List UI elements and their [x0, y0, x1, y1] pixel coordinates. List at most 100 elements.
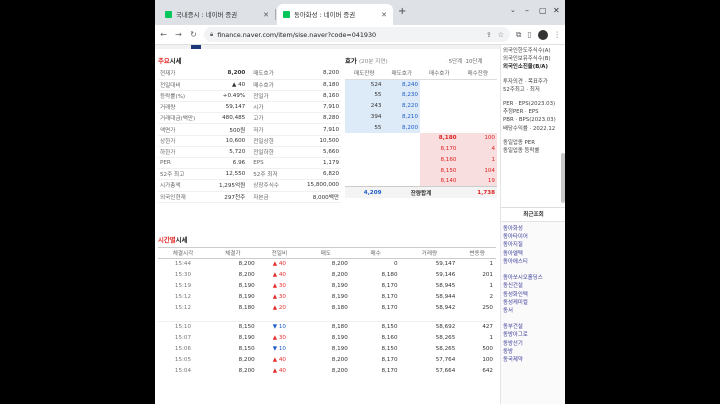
tick-ask: 8,190 [331, 283, 348, 289]
empty-cell [383, 165, 420, 176]
ticks-section-title: 시간별시세 [158, 235, 187, 244]
quote-label: PER [158, 157, 198, 170]
scrollbar-thumb[interactable] [561, 153, 565, 203]
recent-stock-link[interactable]: 동아쏘시오홀딩스 [501, 274, 565, 282]
close-window-icon[interactable]: ✕ [553, 6, 560, 15]
bid-price-header: 매수호가 [420, 68, 459, 80]
sidebar-info-line[interactable]: 동일업종 PER [501, 139, 565, 147]
bid-row: 8,170 4 [345, 143, 497, 155]
quote-label: 시가 [247, 101, 286, 114]
quote-row: 액면가 500원 저가 7,910 [158, 123, 341, 136]
tick-bid: 8,170 [381, 305, 398, 311]
tick-time: 15:04 [174, 368, 192, 374]
ask-price: 8,230 [383, 89, 420, 101]
quote-label: 전일가 [247, 90, 286, 103]
bookmark-star-icon[interactable]: ☆ [498, 31, 504, 39]
search-button-edge[interactable] [191, 45, 201, 49]
close-icon[interactable]: ✕ [263, 11, 269, 19]
orderbook-table: 매도잔량 매도호가 매수호가 매수잔량 524 8,240 55 8,230 243 8,… [345, 68, 497, 198]
profile-avatar[interactable] [537, 29, 548, 40]
bid-volume: 1 [458, 154, 497, 166]
tick-volume: 58,945 [435, 283, 456, 289]
address-bar[interactable]: 🔒︎ finance.naver.com/item/sise.naver?cod… [204, 27, 510, 42]
recent-stock-link[interactable]: 동성케미컬 [501, 299, 565, 307]
tick-delta: 427 [482, 324, 493, 331]
recent-stock-link[interactable]: 동성화인텍 [501, 291, 565, 299]
close-icon[interactable]: ✕ [381, 11, 387, 19]
quote-value: 8,200 [285, 68, 341, 80]
tab-domestic-market[interactable]: 국내증시 : 네이버 증권 ✕ [159, 4, 275, 25]
sidebar-info-line: 외국인한도주식수(A) [503, 48, 551, 54]
recent-stock-link[interactable]: 동방아그로 [501, 331, 565, 339]
recent-stock-link[interactable]: 동서 [501, 307, 565, 315]
quote-label: 상장주식수 [247, 179, 286, 192]
change-amount: 30 [278, 294, 286, 300]
recent-stock-link[interactable]: 동방선기 [501, 340, 565, 348]
back-icon[interactable]: ← [159, 30, 168, 39]
tick-price: 8,190 [238, 335, 255, 341]
reload-icon[interactable]: ↻ [189, 30, 198, 39]
quote-label: 현재가 [158, 68, 198, 80]
extension-icon[interactable]: ⧉ [516, 30, 521, 40]
ask-volume: 524 [345, 79, 384, 90]
main-column: 주요시세 현재가 8,200 매도호가 8,200 전일대비 ▲ 40 매수호가 8,180 등… [155, 45, 500, 404]
empty-cell [420, 90, 458, 101]
tick-ask: 8,200 [331, 272, 348, 278]
new-tab-icon[interactable]: + [398, 6, 406, 17]
tick-bid: 8,150 [381, 324, 398, 331]
recent-stock-link[interactable]: 동아타이어 [501, 233, 565, 241]
ask-volume: 55 [345, 122, 384, 133]
recent-stock-link[interactable]: 동부건설 [501, 323, 565, 331]
tick-delta: 100 [482, 357, 493, 363]
quote-label: 하한가 [158, 146, 198, 159]
recent-stock-link[interactable]: 동아화성 [501, 225, 565, 233]
tick-price: 8,150 [238, 324, 255, 331]
recent-stock-link[interactable]: 동방 [501, 348, 565, 356]
recent-stock-link[interactable]: 동국제약 [501, 356, 565, 364]
sidebar-info-line[interactable]: 동일업종 등락률 [501, 147, 565, 155]
maximize-icon[interactable]: ▢ [539, 6, 547, 15]
ask-price: 8,220 [383, 100, 420, 112]
tick-column-header: 변동량 [458, 247, 496, 259]
quote-label: 거래량 [158, 101, 198, 114]
sidebar-info-line: PBR · BPS(2023.03) [503, 117, 556, 124]
recent-stock-link[interactable]: 동아에스티 [501, 258, 565, 266]
bid-row: 8,150 104 [345, 165, 497, 177]
change-amount: 40 [278, 368, 286, 374]
change-amount: 10 [278, 324, 286, 331]
quote-value: 59,147 [197, 101, 248, 114]
arrow-up-icon: ▲ [272, 357, 278, 363]
quote-value: 6.96 [197, 157, 248, 170]
forward-icon[interactable]: → [174, 30, 183, 39]
recent-stock-link [501, 266, 565, 274]
tick-bid: 8,160 [381, 335, 398, 341]
quote-value: 8,200 [197, 68, 248, 80]
lock-icon[interactable]: 🔒︎ [210, 31, 213, 39]
quote-label: EPS [247, 157, 286, 170]
tab-donga-hwaseong[interactable]: 동아화성 : 네이버 증권 ✕ [277, 4, 393, 25]
quote-value: 500원 [197, 123, 248, 136]
bid-volume: 4 [458, 143, 497, 155]
recent-stock-link[interactable]: 동아엘텍 [501, 250, 565, 258]
minimize-icon[interactable]: – [525, 6, 529, 15]
share-icon[interactable]: ⇪ [486, 31, 492, 39]
tick-column-header: 체결가 [207, 247, 258, 259]
recent-stock-link[interactable]: 동아지질 [501, 241, 565, 249]
chevron-down-icon[interactable]: ⌄ [510, 6, 516, 14]
empty-cell [458, 101, 497, 112]
depth-10-link[interactable]: 10단계 [466, 59, 483, 65]
sidebar-icon[interactable]: ▯ [527, 30, 531, 39]
menu-dots-icon[interactable]: ⋮ [554, 30, 562, 39]
arrow-up-icon: ▲ [272, 283, 278, 289]
tick-volume: 58,265 [435, 335, 456, 341]
recent-stock-link[interactable]: 동신건설 [501, 282, 565, 290]
tick-row: 15:04 8,200 ▲ 40 8,200 8,170 57,664 642 [158, 366, 496, 377]
quote-row: 현재가 8,200 매도호가 8,200 [158, 68, 341, 80]
arrow-down-icon: ▼ [272, 346, 278, 352]
change-amount: 30 [278, 335, 286, 341]
depth-5-link[interactable]: 5단계 [449, 59, 462, 65]
quote-value: 7,910 [285, 123, 341, 136]
bid-volume: 100 [458, 132, 497, 144]
quote-label: 거래대금(백만) [158, 112, 198, 125]
tick-delta: 201 [482, 272, 493, 278]
